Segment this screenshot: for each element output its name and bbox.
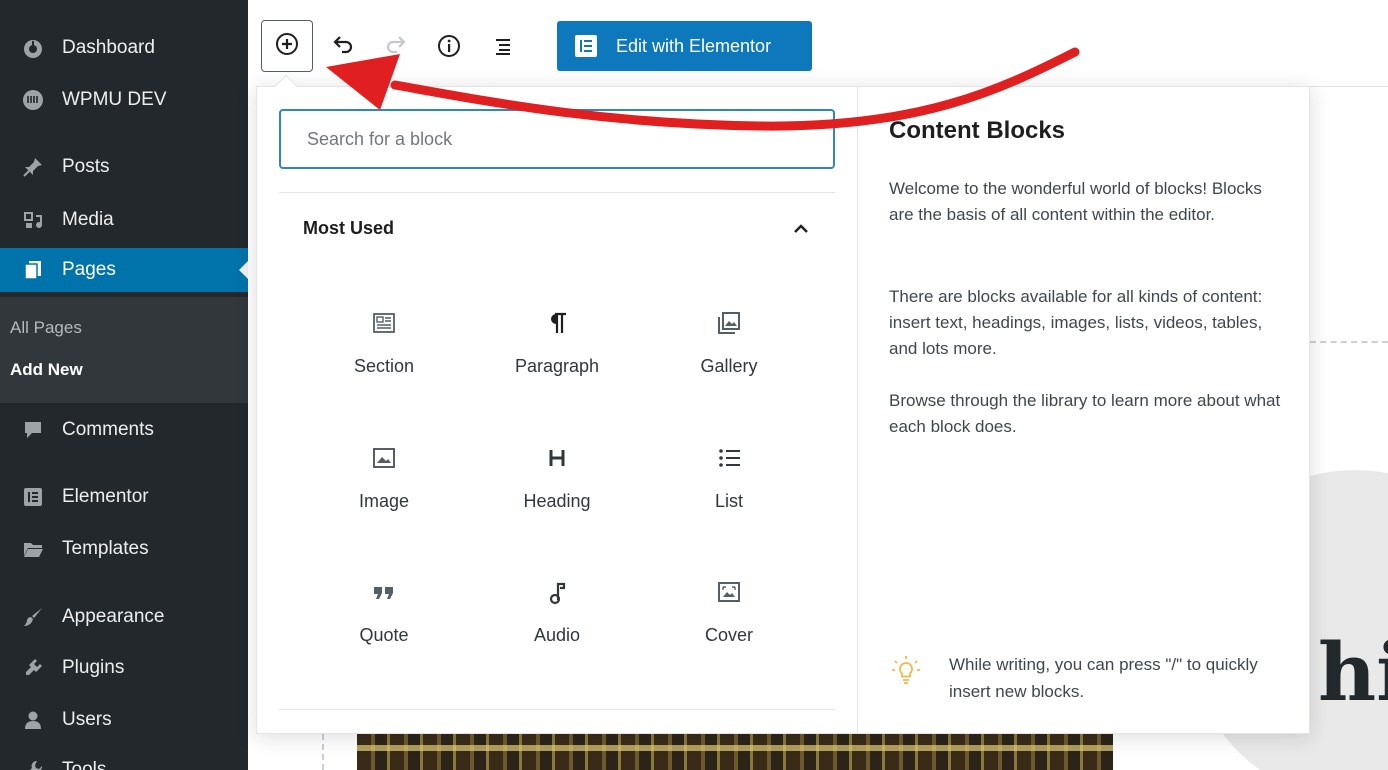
- heading-icon: [542, 443, 572, 473]
- sidebar-item-pages[interactable]: Pages: [0, 248, 248, 292]
- keyboard-tip: While writing, you can press "/" to quic…: [949, 655, 1258, 701]
- plus-circle-icon: [274, 31, 300, 62]
- sidebar-item-label: Appearance: [62, 606, 165, 627]
- redo-icon: [386, 36, 406, 54]
- sidebar-item-label: Dashboard: [62, 37, 155, 58]
- outline-button[interactable]: [490, 32, 518, 60]
- most-used-heading[interactable]: Most Used: [303, 218, 394, 239]
- lightbulb-icon: [892, 656, 920, 684]
- pages-submenu: All Pages Add New: [0, 297, 248, 403]
- elementor-logo-icon: [575, 35, 597, 57]
- sidebar-item-templates[interactable]: Templates: [0, 527, 248, 571]
- block-label: Paragraph: [514, 356, 600, 376]
- quote-icon: [369, 577, 399, 607]
- block-label: List: [714, 491, 743, 511]
- sidebar-item-media[interactable]: Media: [0, 198, 248, 242]
- sidebar-item-label: Tools: [62, 759, 107, 770]
- add-block-button[interactable]: [261, 20, 313, 72]
- folder-icon: [20, 536, 46, 562]
- elementor-button-label: Edit with Elementor: [616, 35, 772, 56]
- sidebar-item-label: Users: [62, 709, 112, 730]
- gallery-icon: [714, 308, 744, 338]
- block-search-input[interactable]: Search for a block: [279, 109, 835, 169]
- redo-button[interactable]: [382, 32, 410, 60]
- list-outline-icon: [496, 39, 510, 55]
- edit-with-elementor-button[interactable]: Edit with Elementor: [557, 21, 812, 71]
- search-divider: [279, 192, 835, 193]
- block-label: Heading: [523, 491, 591, 511]
- sidebar-item-posts[interactable]: Posts: [0, 145, 248, 189]
- editor-header-border: [1310, 86, 1388, 87]
- featured-image[interactable]: [357, 734, 1113, 770]
- sidebar-item-label: Media: [62, 209, 114, 230]
- sidebar-item-label: Plugins: [62, 657, 125, 678]
- submenu-add-new[interactable]: Add New: [10, 360, 83, 380]
- block-label: Image: [358, 491, 410, 511]
- editor-screen: hi Dashboard WPMU DEV Posts Media: [0, 0, 1388, 770]
- category-divider: [279, 709, 835, 710]
- sidebar-item-appearance[interactable]: Appearance: [0, 595, 248, 639]
- block-quote[interactable]: Quote: [298, 563, 470, 675]
- panel-paragraph: There are blocks available for all kinds…: [889, 287, 1263, 358]
- panel-title: Content Blocks: [889, 117, 1066, 144]
- sidebar-item-tools[interactable]: Tools: [0, 748, 248, 770]
- admin-sidebar: Dashboard WPMU DEV Posts Media Pages All…: [0, 0, 248, 770]
- sidebar-item-plugins[interactable]: Plugins: [0, 646, 248, 690]
- info-button[interactable]: [435, 32, 463, 60]
- block-cover[interactable]: Cover: [643, 563, 815, 675]
- sidebar-item-label: WPMU DEV: [62, 89, 167, 110]
- wpmudev-icon: [20, 87, 46, 113]
- sidebar-item-label: Templates: [62, 538, 149, 559]
- block-outline: [322, 734, 324, 770]
- wrench-icon: [20, 757, 46, 770]
- sidebar-item-label: Pages: [62, 259, 116, 280]
- sidebar-item-label: Comments: [62, 419, 154, 440]
- block-label: Cover: [704, 625, 753, 645]
- info-icon: [438, 35, 460, 57]
- image-icon: [369, 443, 399, 473]
- block-gallery[interactable]: Gallery: [643, 294, 815, 406]
- background-heading: hi: [1318, 625, 1388, 719]
- block-paragraph[interactable]: Paragraph: [471, 294, 643, 406]
- paragraph-icon: [542, 308, 572, 338]
- comment-icon: [20, 417, 46, 443]
- elementor-icon: [20, 484, 46, 510]
- featured-image-detail: [357, 745, 1113, 751]
- pages-icon: [20, 257, 46, 283]
- block-section[interactable]: Section: [298, 294, 470, 406]
- undo-button[interactable]: [329, 32, 357, 60]
- sidebar-item-users[interactable]: Users: [0, 698, 248, 742]
- block-list[interactable]: List: [643, 429, 815, 541]
- section-icon: [369, 308, 399, 338]
- block-label: Gallery: [700, 356, 758, 376]
- media-icon: [20, 207, 46, 233]
- dashboard-icon: [20, 35, 46, 61]
- block-label: Section: [353, 356, 415, 376]
- list-icon: [714, 443, 744, 473]
- block-image[interactable]: Image: [298, 429, 470, 541]
- audio-icon: [542, 577, 572, 607]
- sidebar-item-label: Posts: [62, 156, 110, 177]
- block-audio[interactable]: Audio: [471, 563, 643, 675]
- block-separator: [1310, 341, 1388, 343]
- sidebar-item-wpmudev[interactable]: WPMU DEV: [0, 78, 248, 122]
- chevron-up-icon[interactable]: [790, 218, 812, 240]
- block-label: Audio: [533, 625, 581, 645]
- sidebar-item-elementor[interactable]: Elementor: [0, 475, 248, 519]
- pin-icon: [20, 154, 46, 180]
- panel-paragraph: Welcome to the wonderful world of blocks…: [889, 179, 1262, 224]
- submenu-all-pages[interactable]: All Pages: [10, 318, 82, 338]
- sidebar-item-dashboard[interactable]: Dashboard: [0, 26, 248, 70]
- undo-icon: [333, 36, 353, 54]
- sidebar-item-comments[interactable]: Comments: [0, 408, 248, 452]
- brush-icon: [20, 604, 46, 630]
- user-icon: [20, 707, 46, 733]
- sidebar-item-label: Elementor: [62, 486, 149, 507]
- block-label: Quote: [359, 625, 409, 645]
- panel-paragraph: Browse through the library to learn more…: [889, 391, 1281, 436]
- plugin-icon: [20, 655, 46, 681]
- panel-divider: [857, 87, 858, 733]
- cover-icon: [714, 577, 744, 607]
- block-heading[interactable]: Heading: [471, 429, 643, 541]
